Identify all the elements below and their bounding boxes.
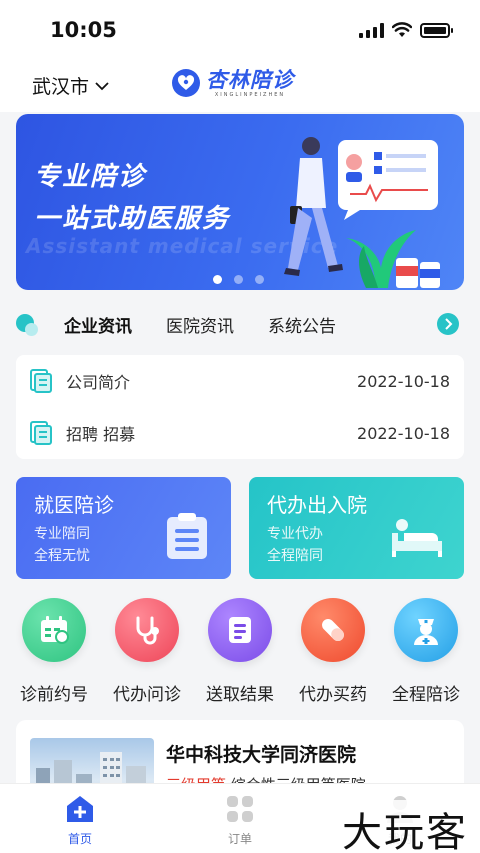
service-subtitle: 全程陪同 [267, 548, 323, 564]
service-subtitle: 专业代办 [267, 526, 323, 542]
quick-action-label: 代办买药 [299, 685, 367, 705]
quick-action-label: 代办问诊 [113, 685, 181, 705]
hospital-bed-icon [392, 519, 442, 557]
status-bar: 10:05 [0, 0, 480, 62]
banner-illustration [284, 137, 440, 288]
pill-icon [301, 598, 365, 662]
quick-action-label: 诊前约号 [20, 685, 88, 705]
service-title: 就医陪诊 [34, 493, 114, 517]
header: 武汉市 杏林陪诊 XINGLINPEIZHEN [0, 62, 480, 112]
news-title: 招聘 招募 [66, 425, 136, 444]
document-icon [208, 598, 272, 662]
news-tabs: 企业资讯 医院资讯 系统公告 [0, 300, 480, 348]
tabs-decoration-icon [16, 314, 38, 336]
tab-hospital-news[interactable]: 医院资讯 [166, 312, 234, 337]
logo-heart-icon [172, 69, 200, 97]
quick-action-medicine[interactable]: 代办买药 [287, 598, 379, 708]
wifi-icon [392, 22, 412, 37]
quick-action-label: 送取结果 [206, 685, 274, 705]
service-subtitle: 专业陪同 [34, 526, 90, 542]
hospital-name: 华中科技大学同济医院 [166, 744, 357, 766]
quick-action-label: 全程陪诊 [392, 685, 460, 705]
city-selector[interactable]: 武汉市 [32, 72, 109, 99]
city-label: 武汉市 [32, 76, 90, 98]
tabs-more-button[interactable] [437, 313, 459, 335]
chevron-right-icon [445, 318, 453, 330]
news-date: 2022-10-18 [357, 371, 450, 391]
banner-dot[interactable] [255, 275, 264, 284]
document-icon [30, 369, 52, 393]
battery-icon [420, 22, 453, 38]
tabbar-home[interactable]: 首页 [32, 790, 128, 850]
service-title: 代办出入院 [267, 493, 367, 517]
home-plus-icon [67, 796, 93, 822]
chevron-down-icon [95, 81, 109, 90]
signal-icon [359, 22, 384, 38]
news-list: 公司简介 2022-10-18 招聘 招募 2022-10-18 [16, 355, 464, 459]
banner-title-line1: 专业陪诊 [34, 162, 147, 192]
document-icon [30, 421, 52, 445]
stethoscope-icon [115, 598, 179, 662]
grid-icon [227, 796, 253, 822]
status-time: 10:05 [50, 18, 117, 42]
logo-subtext: XINGLINPEIZHEN [214, 92, 286, 98]
banner-dot[interactable] [213, 275, 222, 284]
promo-banner[interactable]: 专业陪诊 一站式助医服务 Assistant medical service [16, 114, 464, 290]
quick-action-results[interactable]: 送取结果 [194, 598, 286, 708]
tabbar-label: 首页 [67, 832, 92, 846]
quick-action-escort[interactable]: 全程陪诊 [380, 598, 472, 708]
logo-text: 杏林陪诊 [206, 68, 294, 92]
list-item[interactable]: 公司简介 2022-10-18 [16, 355, 464, 407]
tab-company-news[interactable]: 企业资讯 [64, 312, 132, 337]
quick-action-consult[interactable]: 代办问诊 [101, 598, 193, 708]
news-title: 公司简介 [66, 373, 131, 392]
tabbar-label: 订单 [227, 832, 252, 846]
quick-action-appointment[interactable]: 诊前约号 [8, 598, 100, 708]
tab-system-notice[interactable]: 系统公告 [268, 312, 336, 337]
clipboard-icon [167, 513, 207, 559]
service-subtitle: 全程无忧 [34, 548, 90, 564]
tabbar-orders[interactable]: 订单 [192, 790, 288, 850]
banner-dot[interactable] [234, 275, 243, 284]
news-date: 2022-10-18 [357, 423, 450, 443]
watermark: 大玩客 [338, 800, 472, 853]
status-icons [359, 22, 453, 38]
service-card-admission[interactable]: 代办出入院 专业代办 全程陪同 [249, 477, 464, 579]
banner-pagination [213, 275, 264, 284]
banner-title-line2: 一站式助医服务 [34, 204, 231, 234]
logo: 杏林陪诊 XINGLINPEIZHEN [172, 68, 294, 98]
service-card-accompany[interactable]: 就医陪诊 专业陪同 全程无忧 [16, 477, 231, 579]
list-item[interactable]: 招聘 招募 2022-10-18 [16, 407, 464, 459]
nurse-icon [394, 598, 458, 662]
calendar-icon [22, 598, 86, 662]
